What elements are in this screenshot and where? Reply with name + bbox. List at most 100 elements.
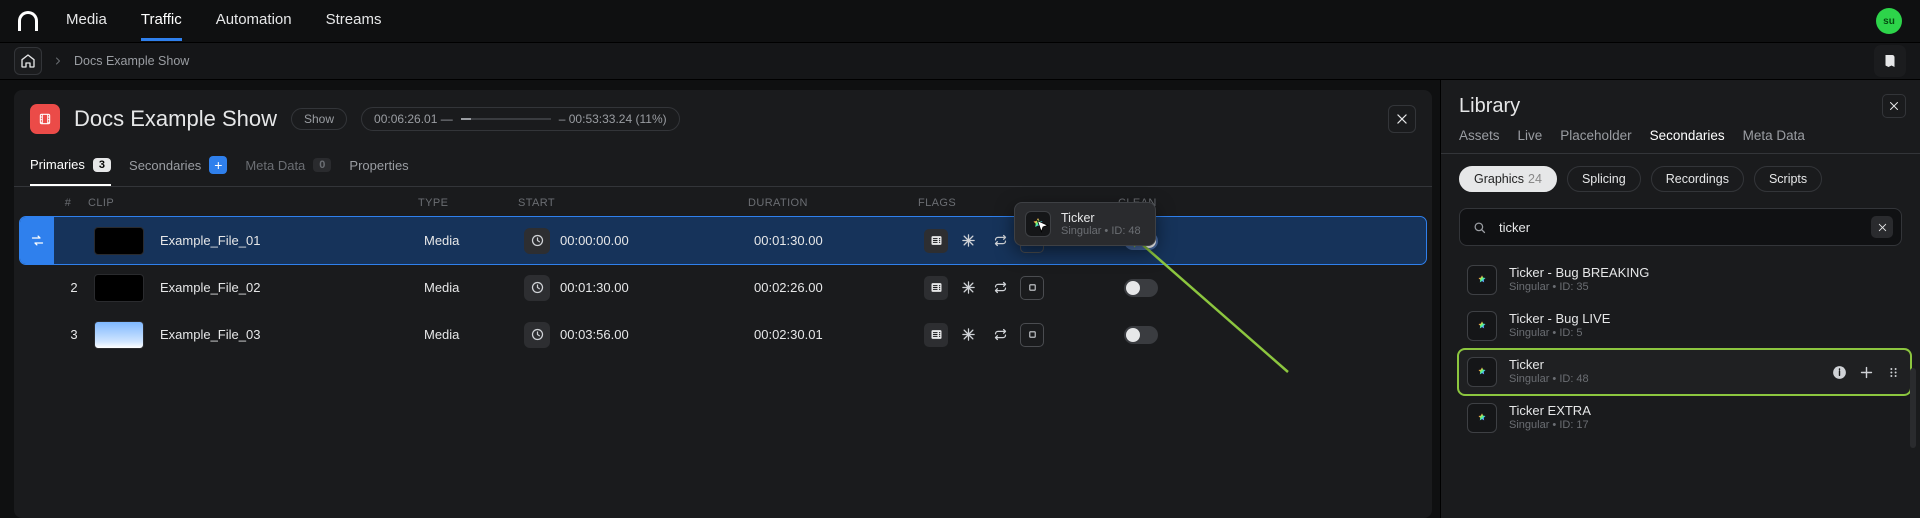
filter-chip[interactable]: Splicing xyxy=(1567,166,1641,192)
clip-name: Example_File_03 xyxy=(160,327,260,342)
chip-label: Recordings xyxy=(1666,172,1729,186)
row-clip: Example_File_01 xyxy=(94,227,424,255)
library-search-input[interactable] xyxy=(1497,219,1861,236)
user-avatar[interactable]: su xyxy=(1876,8,1902,34)
plus-icon[interactable] xyxy=(1858,364,1875,381)
lib-tab-assets[interactable]: Assets xyxy=(1459,128,1500,143)
flag-stop-button[interactable] xyxy=(1020,276,1044,300)
flag-freeze-button[interactable] xyxy=(956,276,980,300)
tab-properties-label: Properties xyxy=(349,158,408,173)
flag-list-button[interactable] xyxy=(924,229,948,253)
table-row[interactable]: 2Example_File_02Media00:01:30.0000:02:26… xyxy=(20,264,1426,311)
breadcrumb-current[interactable]: Docs Example Show xyxy=(74,54,189,68)
loop-icon xyxy=(993,280,1008,295)
tab-metadata[interactable]: Meta Data 0 xyxy=(245,150,331,185)
cursor-icon xyxy=(1035,219,1051,235)
library-search[interactable] xyxy=(1459,208,1902,246)
tab-properties[interactable]: Properties xyxy=(349,150,408,185)
row-duration: 00:02:26.00 xyxy=(754,280,924,295)
filter-chip[interactable]: Graphics24 xyxy=(1459,166,1557,192)
library-item[interactable]: Ticker - Bug BREAKINGSingular • ID: 35 xyxy=(1459,258,1910,302)
row-handle[interactable] xyxy=(20,264,54,311)
filter-chip[interactable]: Recordings xyxy=(1651,166,1744,192)
rainbow-icon xyxy=(1475,365,1489,379)
search-icon xyxy=(1472,220,1487,235)
row-flags xyxy=(924,276,1124,300)
library-item[interactable]: TickerSingular • ID: 48 xyxy=(1459,350,1910,394)
clean-toggle[interactable] xyxy=(1124,279,1158,297)
flag-stop-button[interactable] xyxy=(1020,323,1044,347)
library-item[interactable]: Ticker - Bug LIVESingular • ID: 5 xyxy=(1459,304,1910,348)
close-icon xyxy=(1395,112,1409,126)
chip-label: Scripts xyxy=(1769,172,1807,186)
start-timecode: 00:00:00.00 xyxy=(560,233,629,248)
flag-loop-button[interactable] xyxy=(988,323,1012,347)
lib-tab-live[interactable]: Live xyxy=(1518,128,1543,143)
drag-preview-tooltip: Ticker Singular • ID: 48 xyxy=(1014,202,1156,246)
add-secondary-button[interactable]: + xyxy=(209,156,227,174)
close-show-button[interactable] xyxy=(1388,105,1416,133)
filter-chip[interactable]: Scripts xyxy=(1754,166,1822,192)
flag-freeze-button[interactable] xyxy=(956,229,980,253)
tab-primaries[interactable]: Primaries 3 xyxy=(30,149,111,186)
list-icon xyxy=(929,280,944,295)
library-close-button[interactable] xyxy=(1882,94,1906,118)
col-clip: CLIP xyxy=(88,197,418,209)
snowflake-icon xyxy=(961,327,976,342)
table-row[interactable]: 3Example_File_03Media00:03:56.0000:02:30… xyxy=(20,311,1426,358)
row-flags xyxy=(924,323,1124,347)
clip-thumbnail xyxy=(94,274,144,302)
table-row[interactable]: Example_File_01Media00:00:00.0000:01:30.… xyxy=(20,217,1426,264)
show-timeline-pill[interactable]: 00:06:26.01 — – 00:53:33.24 (11%) xyxy=(361,107,680,131)
nav-traffic[interactable]: Traffic xyxy=(141,1,182,41)
library-item[interactable]: Ticker EXTRASingular • ID: 17 xyxy=(1459,396,1910,440)
home-button[interactable] xyxy=(14,47,42,75)
show-header: Docs Example Show Show 00:06:26.01 — – 0… xyxy=(14,90,1432,142)
row-handle[interactable] xyxy=(20,217,54,264)
nav-streams[interactable]: Streams xyxy=(326,1,382,41)
library-item-name: Ticker EXTRA xyxy=(1509,403,1591,419)
row-handle[interactable] xyxy=(20,311,54,358)
nav-automation[interactable]: Automation xyxy=(216,1,292,41)
nav-media[interactable]: Media xyxy=(66,1,107,41)
snowflake-icon xyxy=(961,233,976,248)
clip-thumbnail xyxy=(94,321,144,349)
row-start: 00:00:00.00 xyxy=(524,228,754,254)
clock-button[interactable] xyxy=(524,228,550,254)
stop-icon xyxy=(1026,281,1039,294)
col-num: # xyxy=(48,197,88,209)
primary-nav: Media Traffic Automation Streams xyxy=(66,1,381,41)
clock-button[interactable] xyxy=(524,322,550,348)
flag-loop-button[interactable] xyxy=(988,229,1012,253)
loop-icon xyxy=(993,327,1008,342)
clean-toggle[interactable] xyxy=(1124,326,1158,344)
library-panel: Library Assets Live Placeholder Secondar… xyxy=(1440,80,1920,518)
row-clean xyxy=(1124,279,1224,297)
info-icon[interactable] xyxy=(1831,364,1848,381)
library-item-icon xyxy=(1467,357,1497,387)
row-clip: Example_File_02 xyxy=(94,274,424,302)
flag-freeze-button[interactable] xyxy=(956,323,980,347)
lib-tab-metadata[interactable]: Meta Data xyxy=(1743,128,1805,143)
library-search-clear[interactable] xyxy=(1871,216,1893,238)
library-item-name: Ticker xyxy=(1509,357,1589,373)
lib-tab-placeholder[interactable]: Placeholder xyxy=(1560,128,1631,143)
drag-handle-icon[interactable] xyxy=(1885,364,1902,381)
row-clip: Example_File_03 xyxy=(94,321,424,349)
library-scrollbar[interactable] xyxy=(1910,368,1916,448)
flag-list-button[interactable] xyxy=(924,323,948,347)
loop-icon xyxy=(993,233,1008,248)
tab-secondaries[interactable]: Secondaries + xyxy=(129,148,227,186)
clock-button[interactable] xyxy=(524,275,550,301)
flag-list-button[interactable] xyxy=(924,276,948,300)
timeline-right-tc: – 00:53:33.24 (11%) xyxy=(559,112,667,126)
library-item-icon xyxy=(1467,311,1497,341)
flag-loop-button[interactable] xyxy=(988,276,1012,300)
lib-tab-secondaries[interactable]: Secondaries xyxy=(1650,128,1725,143)
start-timecode: 00:01:30.00 xyxy=(560,280,629,295)
tab-primaries-count: 3 xyxy=(93,158,111,172)
library-item-icon xyxy=(1467,265,1497,295)
library-item-sub: Singular • ID: 48 xyxy=(1509,373,1589,387)
clip-thumbnail xyxy=(94,227,144,255)
docs-button[interactable] xyxy=(1874,45,1906,77)
